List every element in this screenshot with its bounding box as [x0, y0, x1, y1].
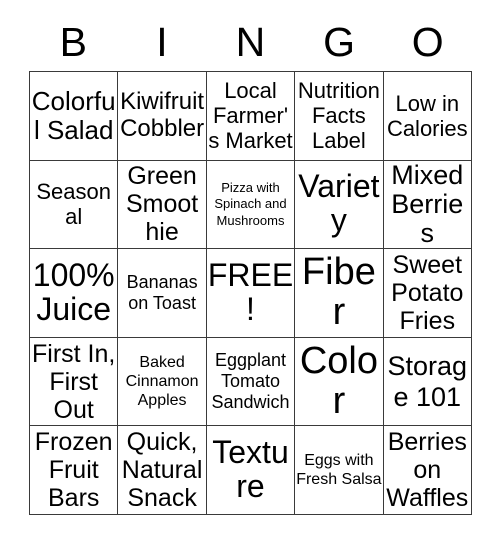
- bingo-cell-label: Eggs with Fresh Salsa: [296, 452, 382, 489]
- bingo-cell-r5c5[interactable]: Berries on Waffles: [383, 426, 472, 515]
- bingo-cell-label: 100% Juice: [32, 257, 115, 327]
- bingo-cell-r2c4[interactable]: Variety: [295, 160, 384, 250]
- bingo-cell-label: Colorful Salad: [31, 85, 116, 145]
- bingo-header-letter-3: N: [235, 19, 266, 65]
- bingo-cell-r4c5[interactable]: Storage 101: [383, 337, 472, 427]
- bingo-cell-label: Fiber: [301, 251, 376, 333]
- bingo-cell-label: Low in Calories: [386, 90, 468, 141]
- bingo-cell-r5c1[interactable]: Frozen Fruit Bars: [30, 426, 119, 515]
- bingo-cell-r2c2[interactable]: Green Smoothie: [118, 160, 207, 250]
- bingo-cell-r2c5[interactable]: Mixed Berries: [383, 160, 472, 250]
- bingo-cell-r3c4[interactable]: Fiber: [295, 249, 384, 338]
- bingo-cell-label: Quick, Natural Snack: [121, 428, 203, 513]
- bingo-cell-r1c5[interactable]: Low in Calories: [383, 72, 472, 161]
- bingo-header-letter-2: I: [156, 19, 168, 65]
- bingo-cell-label: Bananas on Toast: [126, 271, 198, 313]
- bingo-free-space[interactable]: FREE!: [206, 249, 296, 338]
- bingo-cell-label: Storage 101: [387, 351, 468, 412]
- bingo-cell-label: Mixed Berries: [391, 160, 464, 248]
- bingo-cell-label: Variety: [298, 168, 380, 239]
- bingo-cell-r4c4[interactable]: Color: [295, 337, 384, 427]
- bingo-cell-label: First In, First Out: [32, 339, 116, 424]
- bingo-cell-r2c3[interactable]: Pizza with Spinach and Mushrooms: [206, 160, 296, 250]
- bingo-cell-r1c1[interactable]: Colorful Salad: [30, 72, 119, 161]
- bingo-cell-label: Kiwifruit Cobbler: [120, 87, 205, 142]
- bingo-cell-label: Texture: [212, 434, 289, 505]
- bingo-cell-label: Sweet Potato Fries: [391, 250, 464, 335]
- bingo-cell-r5c3[interactable]: Texture: [206, 426, 296, 515]
- bingo-cell-r1c3[interactable]: Local Farmer's Market: [206, 72, 296, 161]
- bingo-header-letter-1: B: [59, 19, 87, 65]
- bingo-cell-r1c2[interactable]: Kiwifruit Cobbler: [118, 72, 207, 161]
- bingo-cell-label: Seasonal: [36, 179, 111, 230]
- bingo-cell-label: Pizza with Spinach and Mushrooms: [214, 180, 287, 228]
- bingo-cell-r4c2[interactable]: Baked Cinnamon Apples: [118, 337, 207, 427]
- bingo-cell-r3c1[interactable]: 100% Juice: [30, 249, 119, 338]
- bingo-cell-label: Local Farmer's Market: [208, 77, 293, 154]
- bingo-header-letter-5: O: [411, 19, 444, 65]
- bingo-cell-r3c5[interactable]: Sweet Potato Fries: [383, 249, 472, 338]
- bingo-cell-r5c4[interactable]: Eggs with Fresh Salsa: [295, 426, 384, 515]
- bingo-header-letter-4: G: [323, 19, 356, 65]
- bingo-cell-label: Berries on Waffles: [386, 428, 469, 513]
- bingo-cell-label: Frozen Fruit Bars: [34, 428, 113, 513]
- bingo-cell-label: Green Smoothie: [125, 162, 199, 247]
- bingo-card: B I N G O Colorful Salad Kiwifruit Cobbler Loc…: [0, 0, 500, 544]
- bingo-cell-r1c4[interactable]: Nutrition Facts Label: [295, 72, 384, 161]
- bingo-cell-r4c3[interactable]: Eggplant Tomato Sandwich: [206, 337, 296, 427]
- bingo-cell-r5c2[interactable]: Quick, Natural Snack: [118, 426, 207, 515]
- bingo-cell-r2c1[interactable]: Seasonal: [30, 160, 119, 250]
- bingo-cell-label: Eggplant Tomato Sandwich: [211, 349, 290, 413]
- bingo-cell-label: Baked Cinnamon Apples: [125, 353, 199, 410]
- bingo-cell-r4c1[interactable]: First In, First Out: [30, 337, 119, 427]
- bingo-cell-r3c2[interactable]: Bananas on Toast: [118, 249, 207, 338]
- bingo-cell-label: FREE!: [207, 257, 294, 327]
- bingo-grid: Colorful Salad Kiwifruit Cobbler Local Far…: [29, 71, 472, 515]
- bingo-header: BINGO: [29, 14, 472, 71]
- bingo-cell-label: Nutrition Facts Label: [297, 77, 380, 154]
- bingo-cell-label: Color: [299, 339, 378, 422]
